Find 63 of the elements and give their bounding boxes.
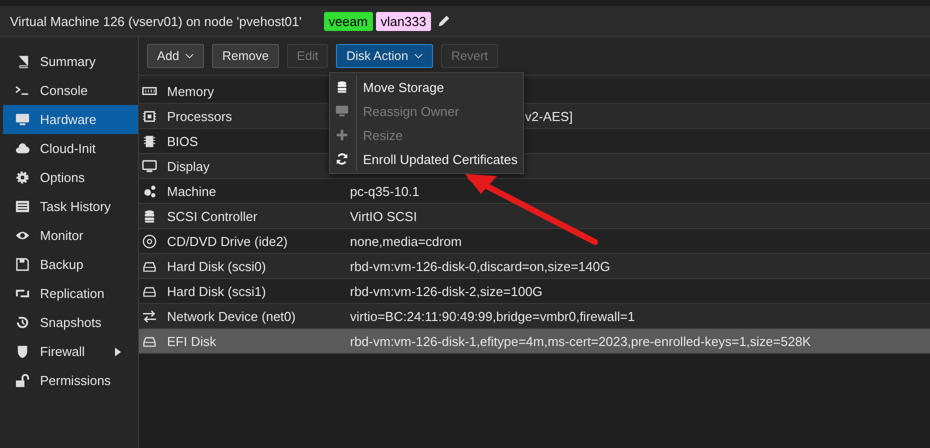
table-cell: pc-q35-10.1 [350,184,420,198]
database-icon [142,208,157,224]
toolbar-button[interactable]: Remove [212,44,279,68]
table-cell: rbd-vm:vm-126-disk-0,discard=on,size=140G [350,258,610,274]
table-cell: BIOS [167,134,198,148]
sidebar-item[interactable]: Summary [3,47,138,76]
sidebar-item[interactable]: Replication [3,279,138,308]
cpu-chip-icon [142,108,157,124]
sidebar-item[interactable]: Console [3,76,138,105]
tag: veeam [324,12,373,30]
shield-icon [15,344,30,359]
sidebar-item[interactable]: Monitor [3,221,138,250]
sidebar-item[interactable]: Cloud-Init [3,134,138,163]
table-cell: VirtIO SCSI [350,208,417,224]
history-icon [15,315,30,330]
table-cell: EFI Disk [167,334,216,348]
sidebar-item[interactable]: Hardware [3,105,138,134]
table-row[interactable]: SCSI Controller VirtIO SCSI [139,204,930,229]
table-cell: Network Device (net0) [167,308,296,324]
monitor-icon [142,158,157,174]
settings-icon [15,170,30,185]
table-row[interactable]: CD/DVD Drive (ide2) none,media=cdrom [139,229,930,254]
refresh-icon [335,152,349,166]
chip-icon [142,134,157,148]
table-row[interactable]: Hard Disk (scsi0) rbd-vm:vm-126-disk-0,discard=on,size=140G [139,254,930,279]
table-cell: SCSI Controller [167,208,258,224]
sidebar-item[interactable]: Permissions [3,366,138,395]
database-icon [335,80,349,94]
plus-icon [335,128,349,142]
pencil-icon[interactable] [437,14,452,28]
toolbar-button[interactable]: Add [147,44,204,68]
monitor-icon [15,112,30,127]
sidebar-item[interactable]: Snapshots [3,308,138,337]
disc-icon [142,234,157,248]
table-cell: Hard Disk (scsi0) [167,258,266,274]
unlocked-padlock-icon [15,373,30,388]
window-title: Virtual Machine 126 (vserv01) on node 'pvehost01' [10,14,302,28]
table-cell: CD/DVD Drive (ide2) [167,234,288,248]
table-cell: none,media=cdrom [350,234,462,248]
table-cell: Processors [167,108,232,124]
table-cell: Hard Disk (scsi1) [167,284,266,298]
table-cell: Machine [167,184,216,198]
sidebar-item[interactable]: Backup [3,250,138,279]
table-cell: Memory [167,84,214,98]
sidebar-item[interactable]: Firewall [3,337,138,366]
table-cell: Display [167,158,210,174]
tag: vlan333 [376,12,432,30]
sidebar-item[interactable]: Options [3,163,138,192]
table-cell: v2-AES] [525,108,573,124]
table-cell: rbd-vm:vm-126-disk-2,size=100G [350,284,543,298]
monitor-icon [335,104,349,118]
table-row[interactable]: Hard Disk (scsi1) rbd-vm:vm-126-disk-2,size=100G [139,279,930,304]
table-cell: virtio=BC:24:11:90:49:99,bridge=vmbr0,firewall=1 [350,308,635,324]
table-row[interactable]: Network Device (net0) virtio=BC:24:11:90:49:99,bridge=vmbr0,firewall=1 [139,304,930,329]
table-cell: rbd-vm:vm-126-disk-1,efitype=4m,ms-cert=2023,pre-enrolled-keys=1,size=528K [350,334,811,348]
table-row[interactable]: EFI Disk rbd-vm:vm-126-disk-1,efitype=4m,ms-cert=2023,pre-enrolled-keys=1,size=528K [139,329,930,354]
table-row[interactable]: Machine pc-q35-10.1 [139,179,930,204]
gears-icon [142,184,157,198]
sidebar-item[interactable]: Task History [3,192,138,221]
exchange-arrows-icon [142,308,157,324]
list-icon [15,199,30,214]
cloud-icon [15,141,30,156]
toolbar-button[interactable]: Disk Action [336,44,434,68]
